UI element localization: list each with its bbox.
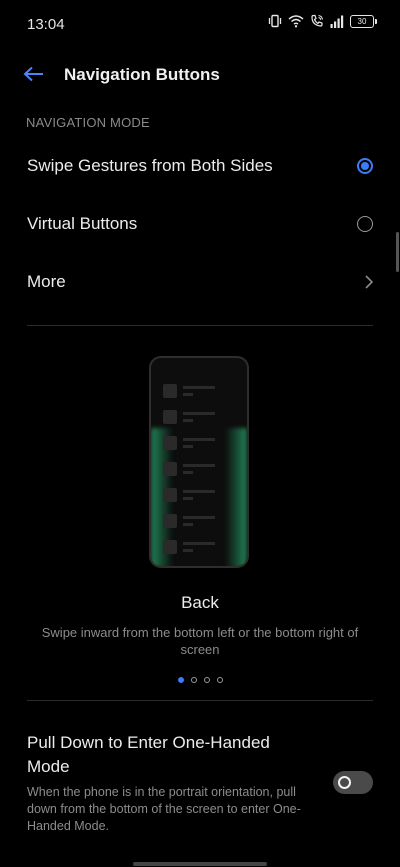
page-dot[interactable] — [190, 677, 197, 683]
mock-list-item — [163, 514, 241, 528]
mock-list-item — [163, 540, 241, 554]
gesture-title: Back — [181, 593, 219, 612]
mock-list-item — [163, 488, 241, 502]
option-label: Virtual Buttons — [27, 214, 138, 233]
mock-list-item — [163, 410, 241, 424]
one-handed-description: When the phone is in the portrait orient… — [27, 785, 301, 833]
option-virtual-buttons[interactable]: Virtual Buttons — [0, 196, 400, 252]
mock-list-item — [163, 462, 241, 476]
vibrate-icon — [268, 14, 282, 28]
app-bar: Navigation Buttons — [0, 52, 400, 96]
more-row[interactable]: More — [0, 254, 400, 310]
divider — [27, 700, 373, 701]
page-title: Navigation Buttons — [64, 65, 220, 84]
battery-icon: 30 — [350, 14, 377, 28]
page-dot[interactable] — [203, 677, 210, 683]
mock-list-item — [163, 384, 241, 398]
option-swipe-gestures[interactable]: Swipe Gestures from Both Sides — [0, 138, 400, 194]
toggle-knob — [338, 776, 351, 789]
gesture-description: Swipe inward from the bottom left or the… — [41, 625, 359, 657]
radio-unselected[interactable] — [357, 216, 373, 232]
gesture-illustration — [149, 356, 249, 568]
page-dot[interactable] — [216, 677, 223, 683]
wifi-call-icon — [310, 14, 324, 28]
status-time: 13:04 — [27, 16, 65, 33]
section-header-navigation-mode: NAVIGATION MODE — [26, 115, 150, 130]
one-handed-title: Pull Down to Enter One-Handed Mode — [27, 733, 270, 776]
status-bar: 13:04 30 — [0, 0, 400, 48]
scrollbar[interactable] — [396, 232, 399, 272]
page-dot-active[interactable] — [177, 677, 184, 683]
status-icons: 30 — [268, 14, 377, 28]
wifi-icon — [288, 14, 304, 28]
option-label: Swipe Gestures from Both Sides — [27, 156, 273, 175]
page-indicator — [0, 677, 400, 683]
gesture-nav-handle[interactable] — [133, 862, 267, 866]
divider — [27, 325, 373, 326]
more-label: More — [27, 272, 66, 291]
mock-list-item — [163, 436, 241, 450]
back-button[interactable] — [20, 62, 48, 86]
one-handed-toggle[interactable] — [333, 771, 373, 794]
signal-icon — [330, 15, 344, 28]
radio-selected[interactable] — [357, 158, 373, 174]
arrow-left-icon — [23, 66, 43, 82]
chevron-right-icon — [365, 275, 374, 289]
